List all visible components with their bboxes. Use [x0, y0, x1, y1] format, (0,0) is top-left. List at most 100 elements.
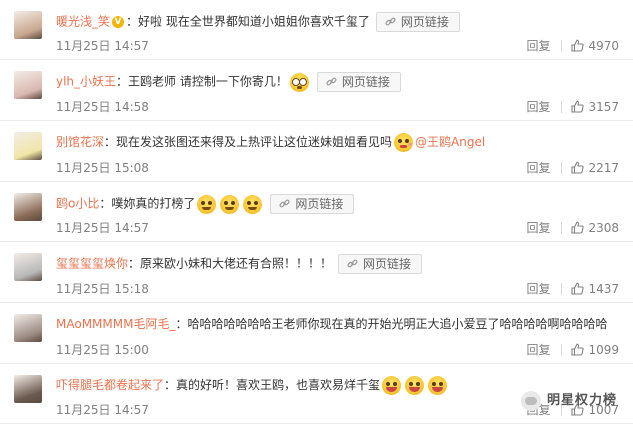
username-link[interactable]: 暖光浅_笑 — [56, 15, 110, 29]
comment-text: ：噗妳真的打榜了 — [99, 196, 196, 211]
comment-actions: 回复 2308 — [526, 221, 619, 235]
divider — [561, 222, 563, 234]
sweat-emoji-icon — [243, 194, 263, 214]
comment-line: 别馆花深：现在发这张图还来得及上热评让这位迷妹姐姐看见吗 @王鸥Angel — [56, 133, 485, 152]
username-link[interactable]: 吓得腿毛都卷起来了 — [56, 378, 164, 392]
divider — [561, 101, 563, 113]
laugh-emoji-icon — [405, 376, 425, 395]
thumbs-up-icon — [571, 343, 585, 356]
comment-text: ：好啦 现在全世界都知道小姐姐你喜欢千玺了 — [126, 14, 370, 29]
comment-text: ：现在发这张图还来得及上热评让这位迷妹姐姐看见吗 — [104, 135, 393, 149]
thumbs-up-icon — [571, 100, 585, 113]
avatar[interactable] — [14, 132, 42, 160]
username-link[interactable]: 玺玺玺玺焕你 — [56, 257, 128, 271]
comment-actions: 回复 1099 — [526, 343, 619, 357]
username-link[interactable]: ylh_小妖王 — [56, 75, 116, 89]
web-link-button[interactable]: 网页链接 — [338, 254, 423, 274]
like-button[interactable]: 1437 — [571, 282, 619, 296]
web-link-label: 网页链接 — [400, 15, 449, 29]
thumbs-up-icon — [571, 39, 585, 52]
avatar[interactable] — [14, 71, 42, 99]
comment-text: ：王鸥老师 请控制一下你寄几！ — [116, 74, 288, 89]
drool-emoji-icon — [394, 133, 414, 152]
comment-text: ：真的好听！喜欢王鸥，也喜欢易烊千玺 — [164, 378, 381, 392]
divider — [561, 162, 563, 174]
comment-time: 11月25日 14:57 — [56, 39, 149, 53]
like-count: 4970 — [588, 39, 619, 53]
divider — [561, 40, 563, 52]
sweat-emoji-icon — [197, 194, 217, 214]
comment-item: 鸥o小比：噗妳真的打榜了 网页链接 11月25日 14:57 回复 2308 — [0, 182, 633, 242]
link-icon — [385, 16, 396, 27]
dizzy-emoji-icon — [289, 72, 309, 92]
avatar[interactable] — [14, 314, 42, 342]
laugh-emoji-icon — [428, 376, 448, 395]
comment-line: 吓得腿毛都卷起来了：真的好听！喜欢王鸥，也喜欢易烊千玺 — [56, 376, 449, 395]
like-count: 1437 — [588, 282, 619, 296]
username-link[interactable]: 别馆花深 — [56, 135, 104, 149]
comment-item: MAoMMMMM毛阿毛_：哈哈哈哈哈哈哈王老师你现在真的开始光明正大追小爱豆了哈… — [0, 303, 633, 364]
link-icon — [326, 76, 337, 87]
web-link-label: 网页链接 — [341, 75, 390, 89]
comment-time: 11月25日 15:08 — [56, 161, 149, 175]
like-count: 3157 — [588, 100, 619, 114]
mention-link[interactable]: @王鸥Angel — [415, 135, 485, 149]
like-button[interactable]: 2217 — [571, 161, 619, 175]
reply-button[interactable]: 回复 — [526, 221, 550, 235]
comment-line: 玺玺玺玺焕你：原来欧小妹和大佬还有合照！！！！ 网页链接 — [56, 254, 423, 274]
like-count: 2308 — [588, 221, 619, 235]
wechat-icon — [520, 390, 541, 411]
comment-actions: 回复 4970 — [526, 39, 619, 53]
verified-badge-icon: V — [112, 16, 125, 28]
comment-time: 11月25日 14:57 — [56, 403, 149, 417]
like-button[interactable]: 2308 — [571, 221, 619, 235]
comment-item: 暖光浅_笑 V ：好啦 现在全世界都知道小姐姐你喜欢千玺了 网页链接 11月25日 14… — [0, 0, 633, 60]
watermark-text: 明星权力榜 — [546, 393, 617, 408]
comment-time: 11月25日 14:57 — [56, 221, 149, 235]
thumbs-up-icon — [571, 221, 585, 234]
comment-item: 别馆花深：现在发这张图还来得及上热评让这位迷妹姐姐看见吗 @王鸥Angel 11月2… — [0, 121, 633, 182]
comment-line: MAoMMMMM毛阿毛_：哈哈哈哈哈哈哈王老师你现在真的开始光明正大追小爱豆了哈… — [56, 315, 607, 333]
comment-line: ylh_小妖王：王鸥老师 请控制一下你寄几！ 网页链接 — [56, 72, 401, 92]
comment-time: 11月25日 15:00 — [56, 343, 149, 357]
comment-text: ：哈哈哈哈哈哈哈王老师你现在真的开始光明正大追小爱豆了哈哈哈哈啊哈哈哈哈 — [175, 317, 608, 331]
like-count: 2217 — [588, 161, 619, 175]
link-icon — [279, 198, 290, 209]
comment-text: ：原来欧小妹和大佬还有合照！！！！ — [128, 256, 333, 271]
like-button[interactable]: 3157 — [571, 100, 619, 114]
watermark: 明星权力榜 — [520, 390, 617, 412]
reply-button[interactable]: 回复 — [526, 282, 550, 296]
comment-item: 玺玺玺玺焕你：原来欧小妹和大佬还有合照！！！！ 网页链接 11月25日 15:18 回… — [0, 242, 633, 303]
divider — [561, 283, 563, 295]
web-link-button[interactable]: 网页链接 — [316, 72, 401, 92]
thumbs-up-icon — [571, 161, 585, 174]
like-button[interactable]: 4970 — [571, 39, 619, 53]
like-button[interactable]: 1099 — [571, 343, 619, 357]
link-icon — [347, 258, 358, 269]
reply-button[interactable]: 回复 — [526, 343, 550, 357]
comment-actions: 回复 2217 — [526, 161, 619, 175]
web-link-button[interactable]: 网页链接 — [375, 12, 460, 32]
web-link-label: 网页链接 — [363, 257, 412, 271]
reply-button[interactable]: 回复 — [526, 161, 550, 175]
comment-actions: 回复 1437 — [526, 282, 619, 296]
avatar[interactable] — [14, 193, 42, 221]
comment-line: 暖光浅_笑 V ：好啦 现在全世界都知道小姐姐你喜欢千玺了 网页链接 — [56, 12, 460, 32]
username-link[interactable]: MAoMMMMM毛阿毛_ — [56, 317, 175, 331]
comment-time: 11月25日 14:58 — [56, 100, 149, 114]
avatar[interactable] — [14, 375, 42, 403]
comment-time: 11月25日 15:18 — [56, 282, 149, 296]
reply-button[interactable]: 回复 — [526, 100, 550, 114]
reply-button[interactable]: 回复 — [526, 39, 550, 53]
avatar[interactable] — [14, 11, 42, 39]
comment-item: ylh_小妖王：王鸥老师 请控制一下你寄几！ 网页链接 11月25日 14:58 回复… — [0, 60, 633, 121]
avatar[interactable] — [14, 253, 42, 281]
web-link-label: 网页链接 — [295, 197, 344, 211]
like-count: 1099 — [588, 343, 619, 357]
comment-line: 鸥o小比：噗妳真的打榜了 网页链接 — [56, 194, 355, 214]
comment-actions: 回复 3157 — [526, 100, 619, 114]
web-link-button[interactable]: 网页链接 — [270, 194, 355, 214]
laugh-emoji-icon — [382, 376, 402, 395]
username-link[interactable]: 鸥o小比 — [56, 197, 99, 211]
thumbs-up-icon — [571, 282, 585, 295]
